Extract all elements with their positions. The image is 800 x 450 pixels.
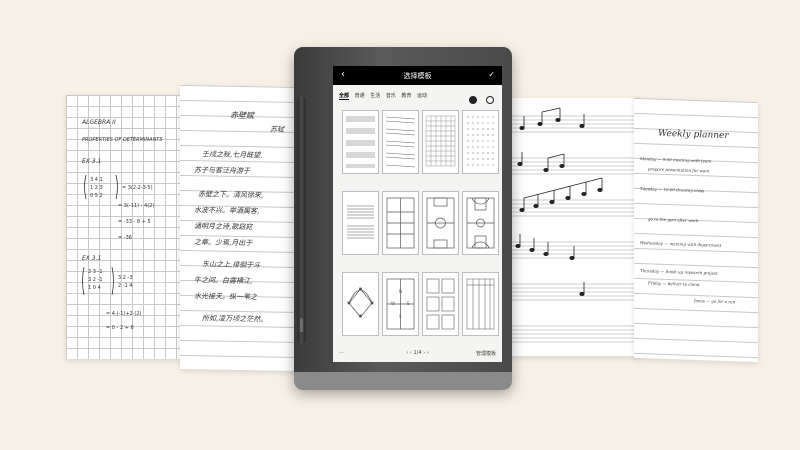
svg-text:3 4 1: 3 4 1 [90, 177, 103, 183]
svg-text:3 2 -1: 3 2 -1 [88, 277, 103, 283]
template-tile[interactable] [462, 191, 499, 255]
math-grid-sheet: ALGEBRA II PROPERTIES OF DETERMINANTS EX… [66, 95, 190, 359]
planner-line: focus — go for a run [694, 297, 736, 305]
template-tile[interactable] [342, 191, 379, 255]
tab-all[interactable]: 全部 [339, 93, 350, 100]
stylus-pen [297, 96, 306, 344]
music-staves [506, 107, 637, 343]
svg-text:0 5 2: 0 5 2 [90, 193, 103, 199]
chinese-line: 水波不兴。举酒属客, [194, 206, 260, 216]
math-sheet-title: ALGEBRA II [82, 119, 116, 126]
svg-text:N: N [399, 289, 402, 294]
chinese-title: 赤壁赋 [230, 110, 254, 121]
chinese-line: 之章。少焉,月出于 [194, 238, 253, 248]
chinese-author: 苏轼 [270, 125, 284, 134]
chinese-lined-sheet: 赤壁赋 苏轼 壬戌之秋,七月既望, 苏子与客泛舟游于 赤壁之下。清风徐来, 水波… [180, 84, 303, 372]
svg-text:= -33 - 8 + 5: = -33 - 8 + 5 [118, 219, 151, 225]
view-icons [465, 89, 494, 108]
confirm-icon[interactable]: ✓ [488, 70, 495, 79]
view-mode-icon[interactable] [468, 96, 477, 104]
music-staff-sheet [502, 98, 639, 356]
planner-title: Weekly planner [658, 128, 729, 142]
template-tile[interactable] [342, 110, 379, 174]
settings-icon[interactable] [486, 96, 494, 104]
planner-line: Monday — 9:30 meeting with team [640, 156, 712, 164]
tab-music[interactable]: 音乐 [386, 93, 396, 99]
chinese-line: 赤壁之下。清风徐来, [198, 190, 264, 200]
template-tile[interactable] [382, 110, 419, 174]
tab-sports[interactable]: 运动 [417, 93, 427, 99]
device-screen: ‹ 选择模板 ✓ 全部 普通 生活 音乐 教育 运动 N S W E ⋯ ‹ ‹… [333, 66, 502, 362]
planner-line: Thursday — finish up research project [640, 268, 718, 276]
category-tabs: 全部 普通 生活 音乐 教育 运动 [339, 92, 431, 100]
math-sheet-ex1: EX 3.1 [82, 158, 102, 165]
svg-text:= 3(-11) - 4(2): = 3(-11) - 4(2) [118, 203, 154, 209]
planner-line: Wednesday — meeting with department [640, 240, 722, 248]
tab-education[interactable]: 教育 [401, 93, 411, 99]
template-tile[interactable] [422, 272, 459, 336]
math-sheet-ex2: EX 3.1 [82, 255, 102, 262]
svg-text:3 2 -3: 3 2 -3 [118, 275, 133, 281]
svg-text:1 2 3: 1 2 3 [90, 185, 103, 191]
manage-templates-button[interactable]: 管理模板 [476, 350, 496, 357]
svg-text:1 0 4: 1 0 4 [88, 285, 101, 291]
template-tile[interactable] [382, 191, 419, 255]
chinese-line: 牛之间。白露横江, [194, 276, 253, 286]
chinese-line: 苏子与客泛舟游于 [194, 166, 250, 176]
math-sheet-line: PROPERTIES OF DETERMINANTS [82, 137, 163, 143]
svg-text:= 3(2·2-3·5): = 3(2·2-3·5) [122, 185, 153, 191]
screen-header: ‹ 选择模板 ✓ [333, 66, 502, 85]
svg-text:= 0 - 2 + 6: = 0 - 2 + 6 [106, 325, 134, 331]
svg-text:2 -1 4: 2 -1 4 [118, 283, 133, 289]
planner-lined-sheet: Weekly planner Monday — 9:30 meeting wit… [634, 97, 758, 363]
screen-title: 选择模板 [403, 72, 432, 80]
chinese-line: 壬戌之秋,七月既望, [202, 150, 263, 160]
template-tile[interactable] [422, 191, 459, 255]
svg-text:S: S [399, 314, 402, 319]
svg-text:= 4·(-1)+2·(2): = 4·(-1)+2·(2) [106, 311, 142, 317]
stylus-tip [300, 318, 303, 332]
planner-line: Friday — deliver to client [648, 280, 700, 288]
planner-line: prepare presentation for work [648, 166, 710, 174]
template-tile[interactable] [462, 272, 499, 336]
tab-life[interactable]: 生活 [370, 93, 380, 99]
chinese-line: 诵明月之诗,歌窈窕 [194, 222, 253, 232]
template-tile[interactable]: N S W E [382, 272, 419, 336]
planner-line: Tuesday — 10:00 drawing class [640, 186, 705, 194]
tab-normal[interactable]: 普通 [355, 93, 365, 99]
chinese-line: 所如,凌万顷之茫然。 [202, 314, 268, 324]
scene: ALGEBRA II PROPERTIES OF DETERMINANTS EX… [0, 0, 800, 450]
svg-text:E: E [407, 301, 410, 306]
template-tile[interactable] [342, 272, 379, 336]
svg-text:= -36: = -36 [118, 235, 132, 241]
planner-line: go to the gym after work [648, 216, 699, 224]
svg-text:W: W [391, 301, 395, 306]
device-bottom-edge [294, 372, 512, 390]
template-tile[interactable] [422, 110, 459, 174]
chinese-line: 水光接天。纵一苇之 [194, 292, 257, 302]
svg-text:2 3 -1: 2 3 -1 [88, 269, 103, 275]
template-tile[interactable] [462, 110, 499, 174]
chinese-line: 东山之上,徘徊于斗 [202, 260, 261, 270]
